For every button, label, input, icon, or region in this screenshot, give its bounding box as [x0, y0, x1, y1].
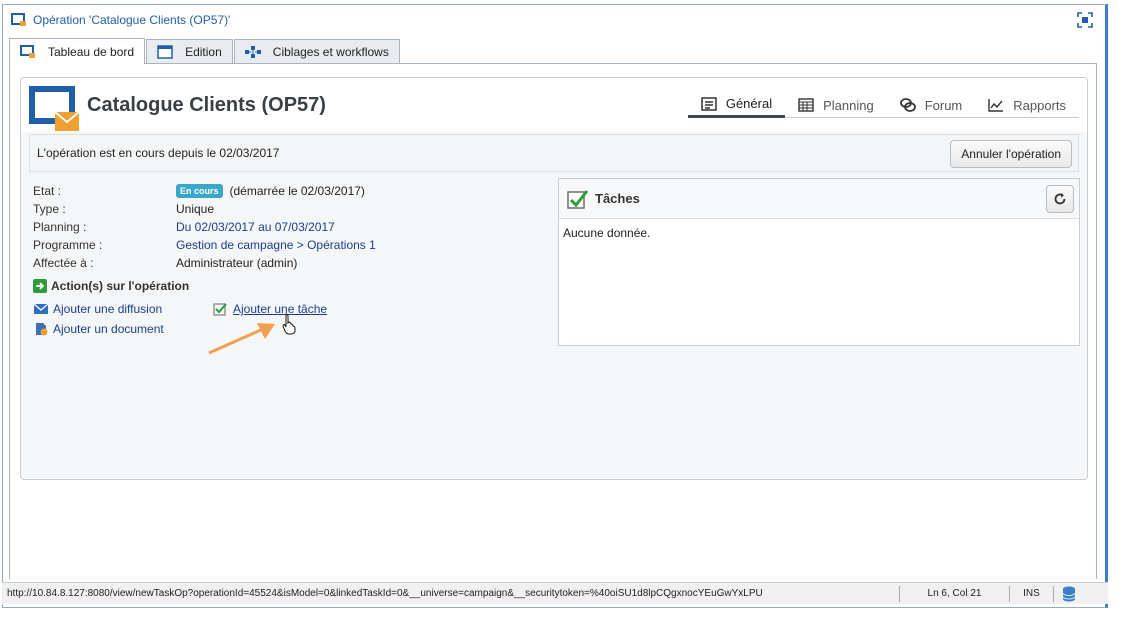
status-url: http://10.84.8.127:8080/view/newTaskOp?o…: [2, 585, 900, 602]
info-value: Unique: [176, 202, 215, 216]
info-label: Type :: [33, 202, 66, 216]
status-banner-text: L'opération est en cours depuis le 02/03…: [37, 146, 280, 160]
info-row-planning: Planning : Du 02/03/2017 au 07/03/2017: [33, 218, 553, 236]
maximize-icon[interactable]: [1077, 12, 1093, 28]
hand-cursor-icon: [282, 313, 296, 335]
tab-label: Tableau de bord: [48, 44, 135, 59]
actions-section-title: Action(s) sur l'opération: [33, 279, 189, 293]
add-delivery-link[interactable]: Ajouter une diffusion: [33, 302, 162, 316]
edit-window-icon: [157, 44, 173, 59]
tab-ciblages-workflows[interactable]: Ciblages et workflows: [233, 39, 400, 63]
cancel-operation-button[interactable]: Annuler l'opération: [950, 140, 1072, 168]
info-value: Gestion de campagne > Opérations 1: [176, 238, 376, 252]
calendar-icon: [798, 98, 814, 112]
info-label: Affectée à :: [33, 256, 94, 270]
status-cursor-position: Ln 6, Col 21: [900, 585, 1010, 602]
info-row-etat: Etat : En cours (démarrée le 02/03/2017): [33, 182, 553, 200]
subtab-planning[interactable]: Planning: [785, 92, 887, 118]
forum-icon: [899, 98, 916, 112]
tab-tableau-de-bord[interactable]: Tableau de bord: [9, 38, 146, 64]
add-document-link[interactable]: Ajouter un document: [33, 322, 164, 336]
programme-link[interactable]: Gestion de campagne > Opérations 1: [176, 238, 376, 252]
info-label: Etat :: [33, 184, 62, 198]
refresh-icon: [1054, 193, 1066, 205]
view-subtabs: Général Planning Forum Rapports: [687, 92, 1079, 118]
subtab-general[interactable]: Général: [687, 92, 786, 118]
refresh-button[interactable]: [1046, 185, 1074, 213]
operation-logo-icon: [29, 86, 79, 131]
dashboard-icon: [20, 44, 35, 58]
tasks-empty-message: Aucune donnée.: [563, 226, 651, 240]
checkbox-icon: [213, 303, 227, 316]
tasks-title: Tâches: [595, 191, 640, 206]
envelope-icon: [33, 303, 49, 314]
chart-icon: [988, 99, 1004, 112]
info-value: Du 02/03/2017 au 07/03/2017: [176, 220, 335, 234]
main-tabs: Tableau de bord Edition Ciblages et work…: [9, 38, 401, 64]
arrow-right-icon: [33, 279, 47, 293]
info-label: Planning :: [33, 220, 87, 234]
status-bar: http://10.84.8.127:8080/view/newTaskOp?o…: [2, 582, 1108, 604]
add-delivery-label: Ajouter une diffusion: [53, 302, 163, 316]
operation-icon: [11, 13, 26, 26]
annotation-arrow-icon: [208, 323, 275, 355]
info-value: En cours (démarrée le 02/03/2017): [176, 184, 365, 198]
info-row-type: Type : Unique: [33, 200, 553, 218]
subtab-label: Forum: [924, 97, 963, 113]
status-banner: L'opération est en cours depuis le 02/03…: [29, 134, 1079, 172]
database-icon: [1062, 586, 1076, 601]
status-insert-mode: INS: [1010, 585, 1054, 602]
card-header: Catalogue Clients (OP57) Général Plannin…: [21, 78, 1087, 132]
document-icon: [36, 323, 48, 336]
etat-date: (démarrée le 02/03/2017): [229, 184, 365, 198]
info-row-affectee: Affectée à : Administrateur (admin): [33, 254, 553, 272]
info-label: Programme :: [33, 238, 103, 252]
operation-dashboard-card: Catalogue Clients (OP57) Général Plannin…: [20, 77, 1088, 480]
add-document-label: Ajouter un document: [53, 322, 164, 336]
workflow-icon: [244, 45, 261, 58]
operation-window: Opération 'Catalogue Clients (OP57)' Tab…: [2, 4, 1108, 608]
status-badge: En cours: [176, 184, 223, 198]
window-title: Opération 'Catalogue Clients (OP57)': [33, 13, 231, 27]
actions-title-text: Action(s) sur l'opération: [51, 279, 190, 293]
tab-divider: [9, 63, 1097, 64]
title-bar: Opération 'Catalogue Clients (OP57)': [3, 5, 1105, 35]
info-row-programme: Programme : Gestion de campagne > Opérat…: [33, 236, 553, 254]
subtab-forum[interactable]: Forum: [887, 92, 976, 118]
tasks-check-icon: [567, 189, 589, 209]
tab-label: Ciblages et workflows: [272, 44, 389, 59]
operation-info: Etat : En cours (démarrée le 02/03/2017)…: [33, 182, 553, 272]
page-title: Catalogue Clients (OP57): [87, 94, 326, 116]
add-task-link[interactable]: Ajouter une tâche: [213, 302, 327, 316]
subtab-rapports[interactable]: Rapports: [975, 92, 1079, 118]
subtab-label: Planning: [823, 97, 874, 113]
subtab-label: Rapports: [1013, 97, 1066, 113]
subtab-label: Général: [725, 96, 773, 111]
tab-label: Edition: [185, 44, 222, 59]
tasks-header: Tâches: [559, 179, 1079, 219]
tab-edition[interactable]: Edition: [146, 39, 233, 63]
general-icon: [701, 96, 717, 111]
planning-link[interactable]: Du 02/03/2017 au 07/03/2017: [176, 220, 335, 234]
status-database: [1054, 586, 1084, 602]
tasks-panel: Tâches Aucune donnée.: [558, 178, 1080, 346]
info-value: Administrateur (admin): [176, 256, 298, 270]
